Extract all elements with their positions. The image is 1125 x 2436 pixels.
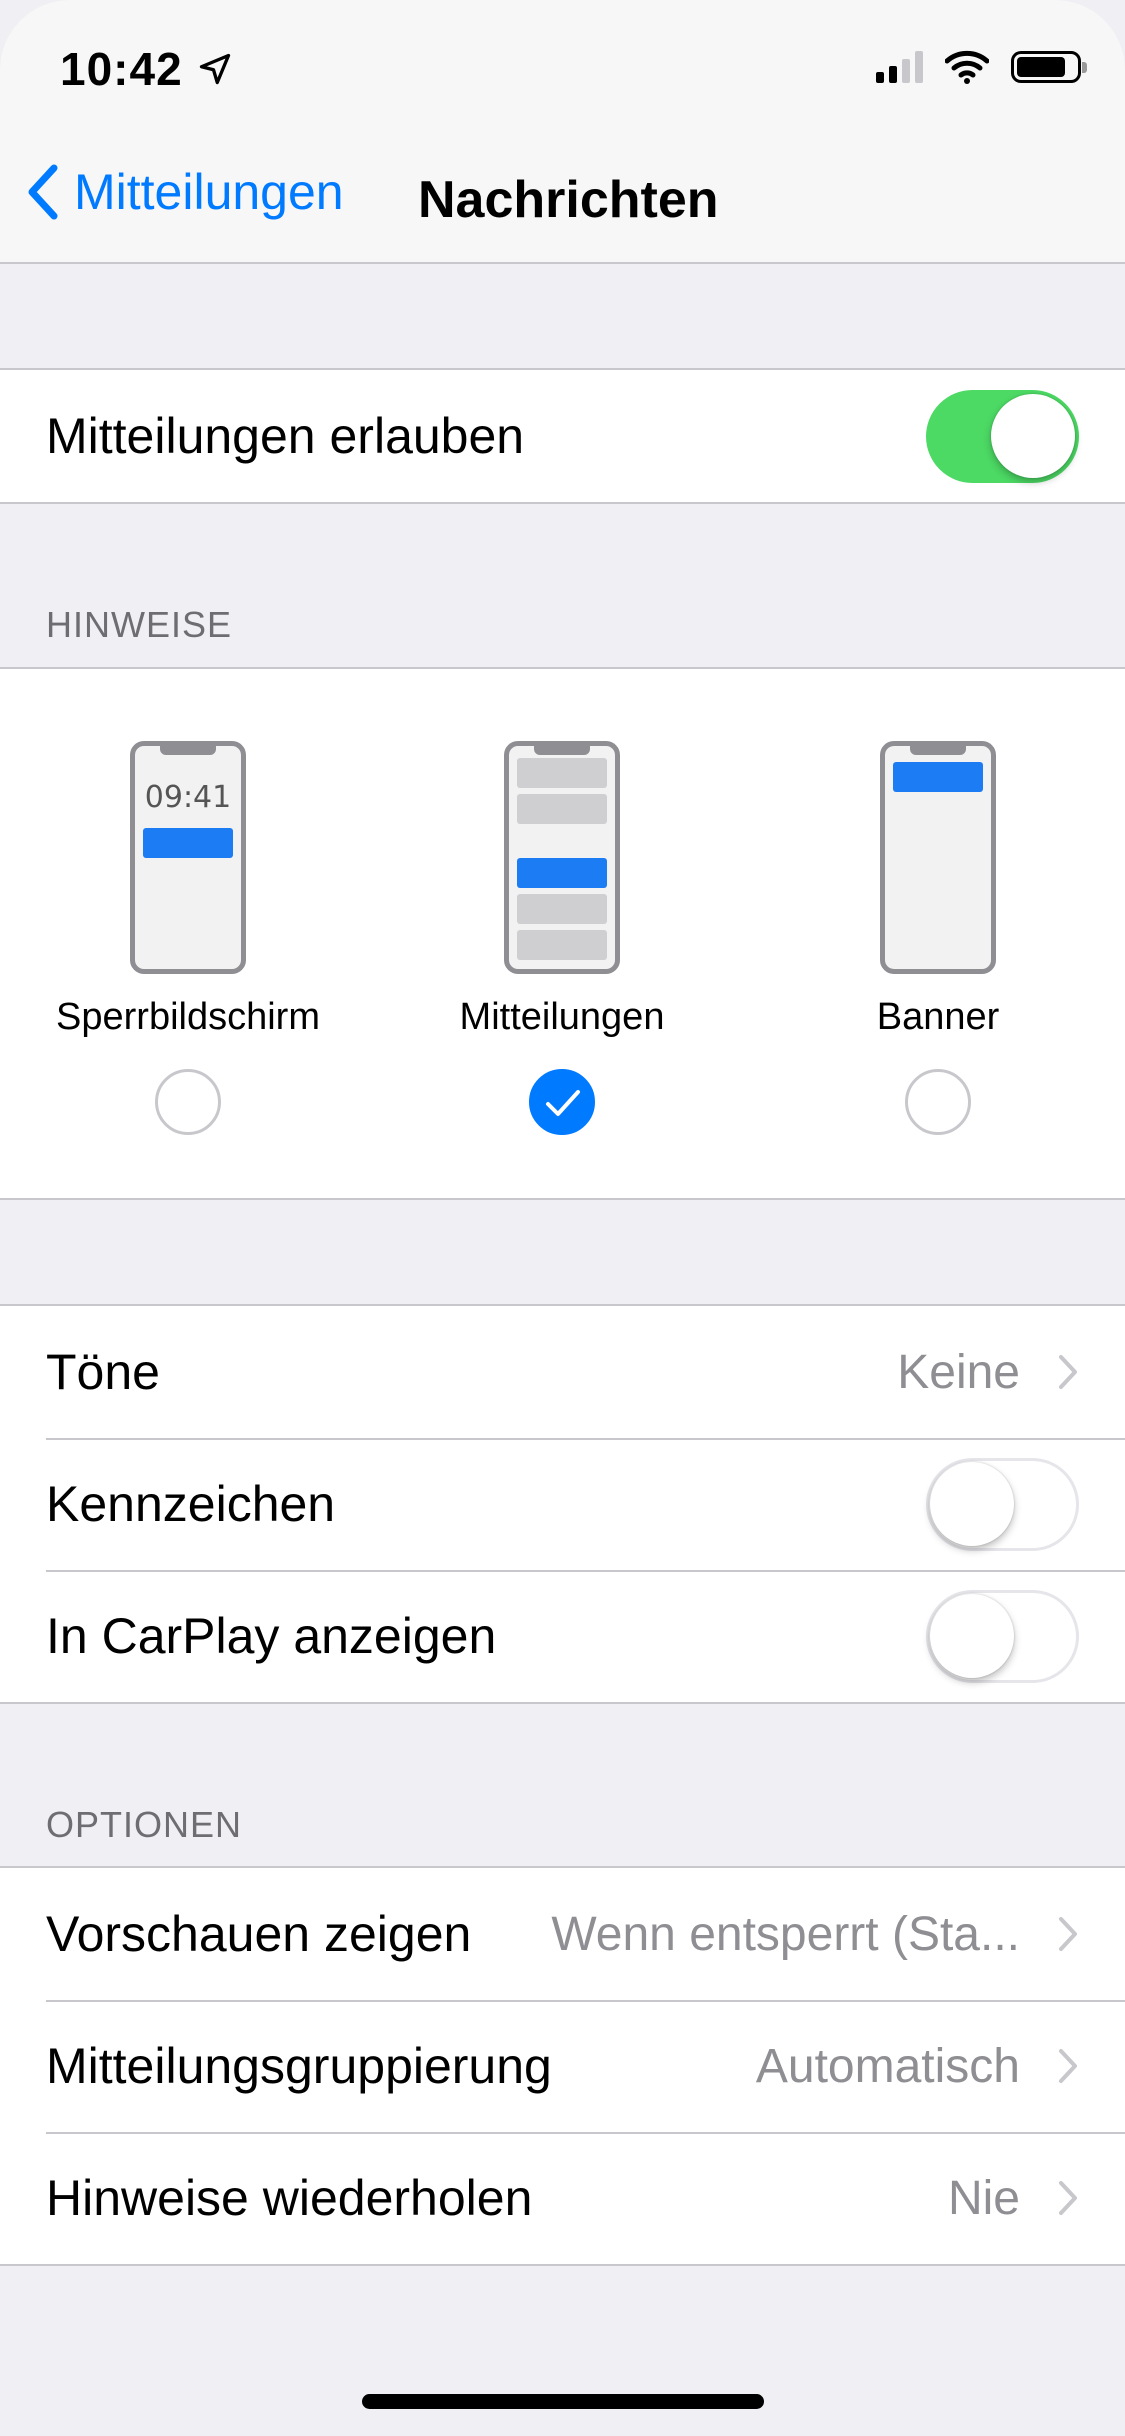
- banner-preview-icon: [880, 741, 996, 974]
- repeat-alerts-row[interactable]: Hinweise wiederholen Nie: [0, 2132, 1125, 2264]
- sounds-value: Keine: [897, 1345, 1020, 1399]
- switch-knob: [930, 1593, 1014, 1678]
- notification-grouping-value: Automatisch: [755, 2039, 1020, 2093]
- switch-knob: [991, 393, 1075, 478]
- chevron-right-icon: [1059, 2049, 1077, 2083]
- preview-time: 09:41: [144, 780, 232, 815]
- status-bar: 10:42: [0, 0, 1125, 132]
- alerts-section-header: HINWEISE: [46, 604, 233, 645]
- checkmark-icon: [546, 1090, 580, 1116]
- options-group: Vorschauen zeigen Wenn entsperrt (Sta...…: [0, 1866, 1125, 2266]
- lock-screen-preview-icon: 09:41: [130, 741, 246, 974]
- notification-grouping-label: Mitteilungsgruppierung: [46, 2038, 552, 2094]
- show-previews-row[interactable]: Vorschauen zeigen Wenn entsperrt (Sta...: [0, 1868, 1125, 2000]
- repeat-alerts-label: Hinweise wiederholen: [46, 2170, 533, 2226]
- page-title: Nachrichten: [418, 171, 719, 229]
- chevron-left-icon: [28, 164, 58, 220]
- alert-option-label: Sperrbildschirm: [56, 996, 320, 1038]
- back-label: Mitteilungen: [74, 164, 344, 220]
- show-previews-label: Vorschauen zeigen: [46, 1906, 472, 1962]
- back-button[interactable]: Mitteilungen: [24, 162, 344, 222]
- notification-grouping-row[interactable]: Mitteilungsgruppierung Automatisch: [0, 2000, 1125, 2132]
- location-arrow-icon: [199, 53, 230, 85]
- badges-label: Kennzeichen: [46, 1476, 336, 1532]
- notification-settings-group: Töne Keine Kennzeichen In CarPlay anzeig…: [0, 1304, 1125, 1704]
- status-time: 10:42: [60, 42, 233, 96]
- alert-option-label: Mitteilungen: [459, 996, 665, 1038]
- status-indicators: [876, 50, 1087, 84]
- radio-lock-screen[interactable]: [155, 1069, 221, 1135]
- carplay-label: In CarPlay anzeigen: [46, 1608, 497, 1664]
- notification-center-preview-icon: [504, 741, 620, 974]
- alert-style-picker: 09:41 Sperrbildschirm Mitteilungen Banne…: [0, 667, 1125, 1200]
- allow-notifications-row: Mitteilungen erlauben: [0, 370, 1125, 502]
- sounds-row[interactable]: Töne Keine: [0, 1306, 1125, 1438]
- wifi-icon: [945, 50, 989, 84]
- show-previews-value: Wenn entsperrt (Sta...: [551, 1907, 1020, 1961]
- badges-row: Kennzeichen: [0, 1438, 1125, 1570]
- carplay-switch[interactable]: [926, 1589, 1079, 1683]
- cellular-signal-icon: [876, 51, 923, 83]
- chevron-right-icon: [1059, 1917, 1077, 1951]
- carplay-row: In CarPlay anzeigen: [0, 1570, 1125, 1702]
- switch-knob: [930, 1461, 1014, 1546]
- radio-notification-center[interactable]: [529, 1069, 595, 1135]
- repeat-alerts-value: Nie: [947, 2171, 1020, 2225]
- alert-option-banner[interactable]: Banner: [788, 741, 1088, 1135]
- settings-screen: 10:42 Mitteilungen Nachrichten Mitteilun…: [0, 0, 1125, 2436]
- navigation-bar: Mitteilungen Nachrichten: [0, 132, 1125, 264]
- battery-icon: [1011, 51, 1087, 83]
- options-section-header: OPTIONEN: [46, 1804, 243, 1845]
- alert-option-label: Banner: [876, 996, 1000, 1038]
- allow-notifications-label: Mitteilungen erlauben: [46, 408, 525, 464]
- badges-switch[interactable]: [926, 1457, 1079, 1551]
- sounds-label: Töne: [46, 1344, 160, 1400]
- chevron-right-icon: [1059, 1355, 1077, 1389]
- allow-notifications-group: Mitteilungen erlauben: [0, 368, 1125, 504]
- allow-notifications-switch[interactable]: [926, 389, 1079, 483]
- time-label: 10:42: [60, 43, 183, 95]
- home-indicator[interactable]: [362, 2394, 764, 2409]
- radio-banner[interactable]: [905, 1069, 971, 1135]
- alert-option-lock-screen[interactable]: 09:41 Sperrbildschirm: [38, 741, 338, 1135]
- chevron-right-icon: [1059, 2181, 1077, 2215]
- alert-option-notification-center[interactable]: Mitteilungen: [412, 741, 712, 1135]
